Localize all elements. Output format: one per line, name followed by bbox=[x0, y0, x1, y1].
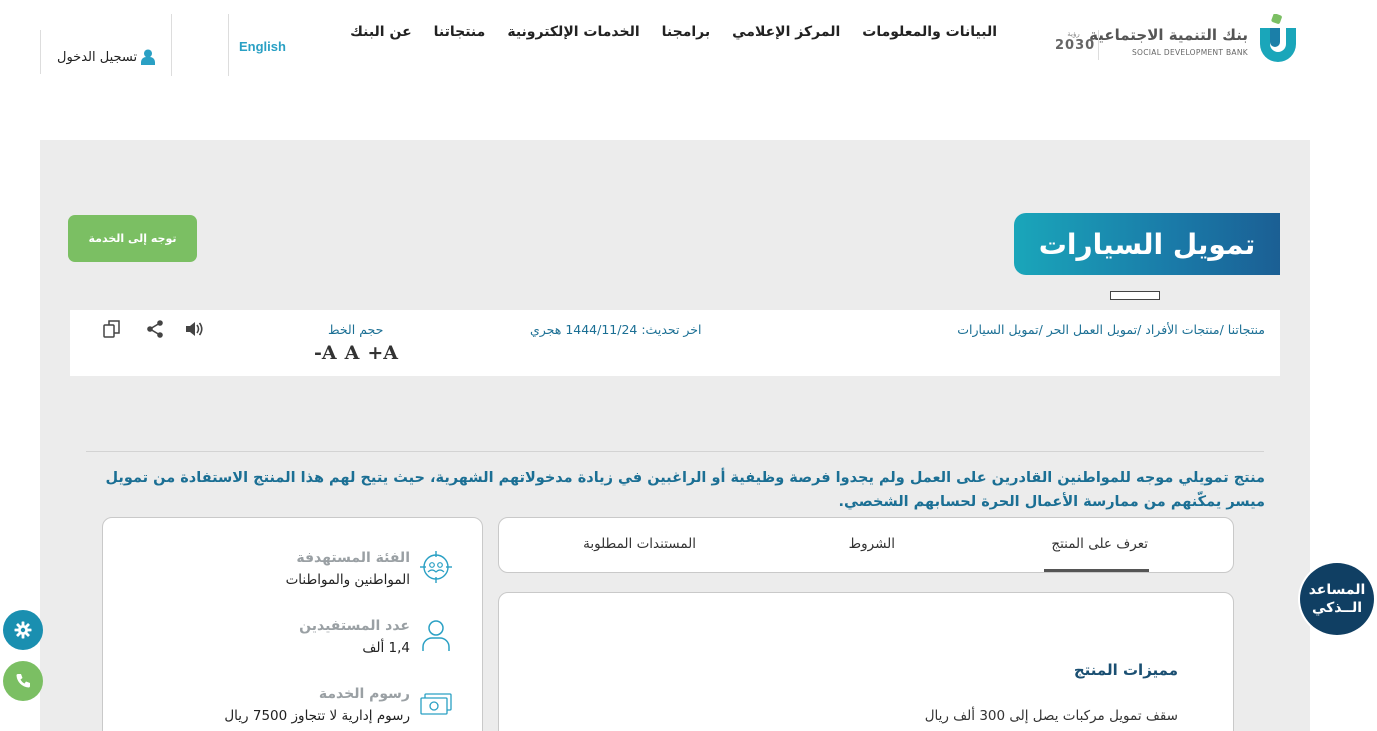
money-icon bbox=[420, 693, 452, 715]
nav-data-info[interactable]: البيانات والمعلومات bbox=[862, 24, 997, 40]
vision-year: 2030 bbox=[1055, 38, 1096, 53]
title-indicator bbox=[1110, 291, 1160, 300]
login-button[interactable]: تسجيل الدخول bbox=[40, 30, 156, 74]
nav-media-center[interactable]: المركز الإعلامي bbox=[732, 24, 840, 40]
product-stats-card: الفئة المستهدفة المواطنين والمواطنات عدد… bbox=[102, 517, 483, 731]
stat-label: رسوم الخدمة bbox=[318, 686, 410, 702]
site-header: بنك التنمية الاجتماعية SOCIAL DEVELOPMEN… bbox=[0, 0, 1377, 90]
font-reset-button[interactable]: A bbox=[345, 342, 360, 364]
tab-content: مميزات المنتج سقف تمويل مركبات يصل إلى 3… bbox=[498, 592, 1234, 731]
features-title: مميزات المنتج bbox=[1073, 661, 1178, 679]
logo-text-en: SOCIAL DEVELOPMENT BANK bbox=[1131, 48, 1248, 57]
info-bar: منتجاتنا /منتجات الأفراد /تمويل العمل ال… bbox=[70, 310, 1280, 376]
stat-beneficiaries: عدد المستفيدين 1,4 ألف bbox=[122, 618, 452, 668]
logo-text-ar: بنك التنمية الاجتماعية bbox=[1089, 26, 1248, 44]
font-decrease-button[interactable]: -A bbox=[314, 342, 337, 364]
main-nav: عن البنك منتجاتنا الخدمات الإلكترونية بر… bbox=[350, 24, 997, 40]
language-label[interactable]: English bbox=[239, 39, 286, 54]
product-tabs: تعرف على المنتج الشروط المستندات المطلوب… bbox=[498, 517, 1234, 573]
stat-value: المواطنين والمواطنات bbox=[285, 572, 410, 588]
font-size-controls: -A A +A bbox=[314, 342, 398, 364]
settings-button[interactable] bbox=[3, 610, 43, 650]
smart-assistant-button[interactable]: المساعد الــذكي bbox=[1300, 563, 1374, 635]
tab-about-product[interactable]: تعرف على المنتج bbox=[1051, 536, 1148, 552]
nav-about[interactable]: عن البنك bbox=[350, 24, 412, 40]
tab-required-documents[interactable]: المستندات المطلوبة bbox=[583, 536, 696, 552]
breadcrumb[interactable]: منتجاتنا /منتجات الأفراد /تمويل العمل ال… bbox=[957, 322, 1265, 337]
product-description: منتج تمويلي موجه للمواطنين القادرين على … bbox=[105, 470, 1265, 510]
language-switch[interactable]: English bbox=[228, 14, 288, 76]
nav-products[interactable]: منتجاتنا bbox=[434, 24, 486, 40]
stat-service-fees: رسوم الخدمة رسوم إدارية لا تتجاوز 7500 ر… bbox=[122, 686, 452, 731]
nav-programs[interactable]: برامجنا bbox=[662, 24, 711, 40]
stat-value: رسوم إدارية لا تتجاوز 7500 ريال bbox=[224, 708, 410, 724]
stat-value: 1,4 ألف bbox=[362, 640, 410, 656]
active-tab-indicator bbox=[1044, 569, 1149, 572]
share-icon[interactable] bbox=[145, 319, 165, 339]
bank-logo[interactable]: بنك التنمية الاجتماعية SOCIAL DEVELOPMEN… bbox=[1089, 12, 1296, 68]
font-increase-button[interactable]: +A bbox=[367, 342, 398, 364]
phone-icon bbox=[16, 674, 30, 688]
nav-e-services[interactable]: الخدمات الإلكترونية bbox=[507, 24, 639, 40]
person-icon bbox=[422, 620, 450, 651]
copy-icon[interactable] bbox=[102, 319, 122, 339]
stat-label: الفئة المستهدفة bbox=[296, 550, 410, 566]
feature-item: سقف تمويل مركبات يصل إلى 300 ألف ريال bbox=[924, 708, 1178, 724]
last-updated: اخر تحديث: 1444/11/24 هجري bbox=[530, 322, 702, 337]
assistant-line2: الــذكي bbox=[1311, 600, 1363, 616]
font-size-label: حجم الخط bbox=[328, 322, 384, 337]
stat-target-group: الفئة المستهدفة المواطنين والمواطنات bbox=[122, 550, 452, 600]
vision-label: رؤية bbox=[1067, 30, 1080, 38]
go-to-service-button[interactable]: توجه إلى الخدمة bbox=[68, 215, 197, 262]
speaker-icon[interactable] bbox=[184, 319, 204, 339]
logo-mark-icon bbox=[1260, 14, 1296, 62]
tab-conditions[interactable]: الشروط bbox=[849, 536, 895, 552]
section-divider bbox=[86, 451, 1264, 452]
user-icon bbox=[141, 49, 156, 65]
page-title: تمويل السيارات bbox=[1014, 213, 1280, 275]
call-button[interactable] bbox=[3, 661, 43, 701]
stat-label: عدد المستفيدين bbox=[299, 618, 410, 634]
header-divider bbox=[171, 14, 172, 76]
target-group-icon bbox=[420, 551, 452, 583]
gear-icon bbox=[14, 621, 32, 639]
login-label: تسجيل الدخول bbox=[57, 49, 138, 65]
vision-2030-logo: رؤية 2030 bbox=[1055, 30, 1099, 60]
assistant-line1: المساعد bbox=[1308, 582, 1366, 598]
